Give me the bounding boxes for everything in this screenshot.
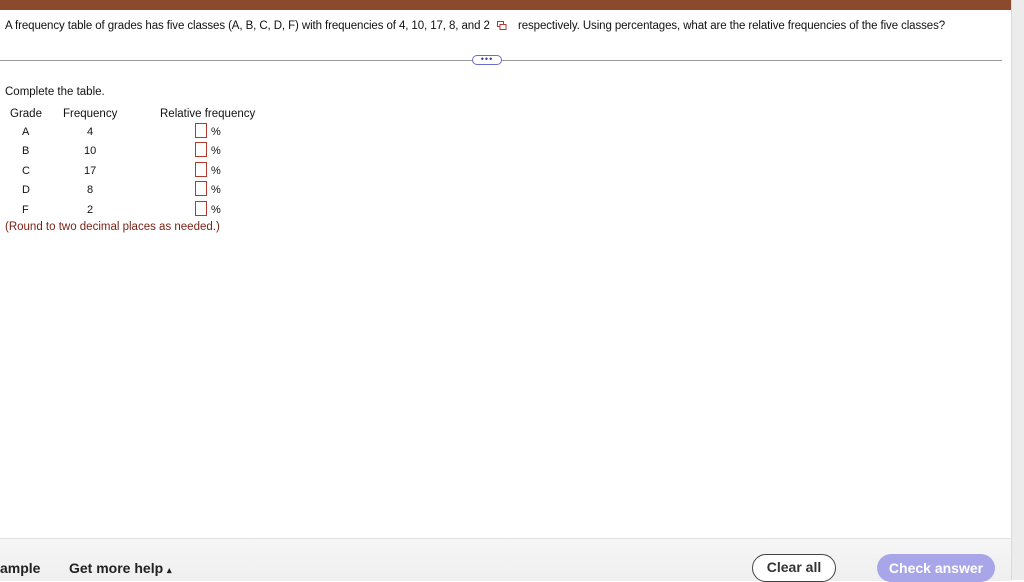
question-text-after: respectively. Using percentages, what ar…	[517, 20, 946, 32]
top-banner	[0, 0, 1011, 10]
relative-frequency-input-a[interactable]	[195, 123, 207, 138]
rounding-hint: (Round to two decimal places as needed.)	[5, 221, 220, 233]
relative-frequency-input-c[interactable]	[195, 162, 207, 177]
grade-cell-b: B	[22, 145, 30, 157]
frequency-cell-a: 4	[87, 126, 94, 138]
instruction-text: Complete the table.	[5, 86, 105, 98]
grade-cell-c: C	[22, 165, 30, 177]
frequency-cell-c: 17	[84, 165, 97, 177]
view-example-link[interactable]: ample	[0, 560, 40, 576]
expand-more-button[interactable]: •••	[472, 55, 502, 65]
header-grade: Grade	[10, 108, 42, 120]
grade-cell-a: A	[22, 126, 30, 138]
frequency-cell-b: 10	[84, 145, 97, 157]
relative-frequency-input-b[interactable]	[195, 142, 207, 157]
percent-unit-c: %	[211, 165, 221, 177]
relative-frequency-input-d[interactable]	[195, 181, 207, 196]
scrollbar[interactable]	[1011, 0, 1024, 580]
percent-unit-d: %	[211, 184, 221, 196]
relative-frequency-input-f[interactable]	[195, 201, 207, 216]
copy-icon[interactable]	[496, 21, 507, 30]
get-more-help-label: Get more help	[69, 560, 164, 576]
frequency-cell-d: 8	[87, 184, 94, 196]
caret-up-icon: ▴	[167, 565, 172, 575]
check-answer-button[interactable]: Check answer	[877, 554, 995, 582]
percent-unit-a: %	[211, 126, 221, 138]
grade-cell-d: D	[22, 184, 30, 196]
question-text-before: A frequency table of grades has five cla…	[5, 20, 490, 32]
get-more-help-button[interactable]: Get more help ▴	[69, 560, 172, 576]
frequency-cell-f: 2	[87, 204, 94, 216]
percent-unit-b: %	[211, 145, 221, 157]
header-frequency: Frequency	[63, 108, 118, 120]
clear-all-button[interactable]: Clear all	[752, 554, 836, 582]
header-relative-frequency: Relative frequency	[160, 108, 256, 120]
grade-cell-f: F	[22, 204, 29, 216]
question-text: A frequency table of grades has five cla…	[5, 20, 945, 32]
percent-unit-f: %	[211, 204, 221, 216]
